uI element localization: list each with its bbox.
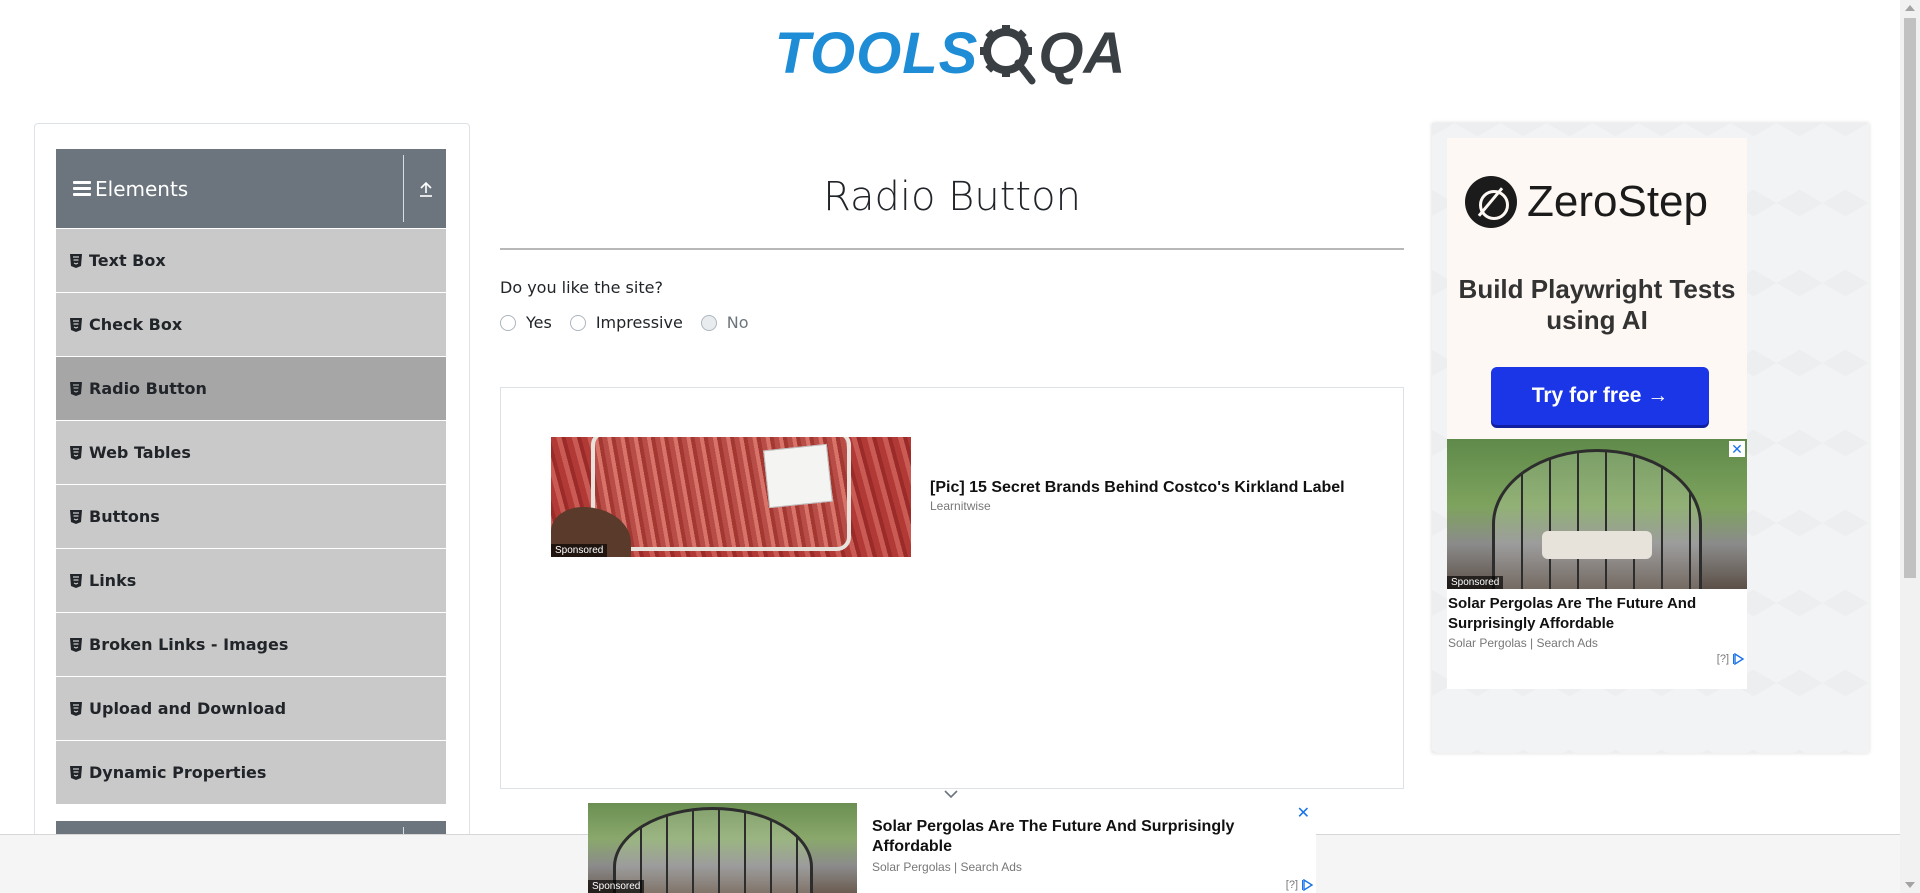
bottom-ad-source: Solar Pergolas | Search Ads	[872, 860, 1022, 874]
html5-icon	[70, 381, 82, 396]
bottom-sticky-ad[interactable]: Sponsored Solar Pergolas Are The Future …	[588, 803, 1316, 893]
gear-magnifier-icon	[980, 25, 1036, 85]
adchoices-help[interactable]: [?]	[1717, 653, 1729, 665]
adchoices[interactable]: [?]	[1717, 653, 1745, 665]
html5-icon	[70, 445, 82, 460]
adchoices-help[interactable]: [?]	[1286, 879, 1298, 891]
main-content: Radio Button Do you like the site? Yes I…	[500, 123, 1404, 789]
vertical-scrollbar[interactable]	[1900, 0, 1920, 893]
header-divider	[403, 155, 404, 222]
elements-menu: Text Box Check Box Radio Button Web Tabl…	[56, 229, 446, 805]
sidebar-item-links[interactable]: Links	[56, 549, 446, 613]
html5-icon	[70, 637, 82, 652]
html5-icon	[70, 573, 82, 588]
bottom-ad-title[interactable]: Solar Pergolas Are The Future And Surpri…	[872, 817, 1272, 857]
adchoices[interactable]: [?]	[1286, 879, 1314, 891]
toolsqa-logo[interactable]: TOOLS QA	[774, 16, 1126, 92]
sidebar-item-dynamic-properties[interactable]: Dynamic Properties	[56, 741, 446, 805]
scroll-down-arrow-icon[interactable]	[1905, 882, 1915, 888]
radio-label-no: No	[726, 313, 749, 332]
sidebar-item-label: Radio Button	[89, 379, 207, 398]
pergola-image[interactable]: Sponsored ✕	[1447, 439, 1747, 589]
content-ad-container: Sponsored [Pic] 15 Secret Brands Behind …	[500, 387, 1404, 789]
sponsored-badge: Sponsored	[551, 544, 608, 557]
radio-no: No	[700, 313, 749, 332]
sidebar-item-label: Web Tables	[89, 443, 191, 462]
sidebar-item-broken-links[interactable]: Broken Links - Images	[56, 613, 446, 677]
sidebar-item-buttons[interactable]: Buttons	[56, 485, 446, 549]
html5-icon	[70, 509, 82, 524]
zerostep-tagline: Build Playwright Tests using AI	[1458, 274, 1736, 335]
sidebar-item-radio-button[interactable]: Radio Button	[56, 357, 446, 421]
ad-headline-link[interactable]: [Pic] 15 Secret Brands Behind Costco's K…	[930, 479, 1345, 497]
sponsored-badge: Sponsored	[1447, 576, 1504, 589]
sidebar-item-label: Dynamic Properties	[89, 763, 267, 782]
radio-group: Yes Impressive No	[500, 313, 1404, 332]
logo-text-tools: TOOLS	[774, 21, 979, 86]
radio-label-impressive[interactable]: Impressive	[596, 313, 683, 332]
radio-circle-impressive[interactable]	[569, 314, 586, 331]
group-title: Elements	[95, 176, 189, 201]
sidebar-item-web-tables[interactable]: Web Tables	[56, 421, 446, 485]
html5-icon	[70, 701, 82, 716]
pergola-ad[interactable]: Sponsored ✕ Solar Pergolas Are The Futur…	[1447, 439, 1747, 689]
html5-icon	[70, 317, 82, 332]
sidebar-item-label: Broken Links - Images	[89, 635, 289, 654]
close-icon[interactable]: ✕	[1729, 441, 1745, 457]
elements-group-header[interactable]: Elements	[56, 149, 446, 228]
sponsored-badge: Sponsored	[588, 880, 645, 893]
radio-yes[interactable]: Yes	[500, 313, 552, 332]
scroll-up-arrow-icon[interactable]	[1905, 5, 1915, 11]
sidebar-item-label: Links	[89, 571, 137, 590]
sidebar-item-check-box[interactable]: Check Box	[56, 293, 446, 357]
logo-text-qa: QA	[1038, 21, 1126, 86]
sidebar-item-label: Upload and Download	[89, 699, 287, 718]
radio-impressive[interactable]: Impressive	[569, 313, 683, 332]
ad-image[interactable]: Sponsored	[551, 437, 911, 557]
ad-source: Learnitwise	[930, 499, 991, 513]
radio-label-yes[interactable]: Yes	[526, 313, 552, 332]
left-panel: Elements Text Box Check Box Radio Button…	[34, 123, 470, 893]
sidebar-item-upload-download[interactable]: Upload and Download	[56, 677, 446, 741]
header: TOOLS QA	[0, 0, 1900, 100]
zerostep-ad[interactable]: ZeroStep Build Playwright Tests using AI…	[1447, 138, 1747, 458]
pergola-ad-source: Solar Pergolas | Search Ads	[1448, 636, 1598, 650]
zerostep-logo: ZeroStep	[1465, 176, 1708, 228]
ad-image-label	[763, 443, 833, 509]
html5-icon	[70, 253, 82, 268]
sidebar-item-text-box[interactable]: Text Box	[56, 229, 446, 293]
scrollbar-thumb[interactable]	[1904, 18, 1916, 578]
sidebar-item-label: Text Box	[89, 251, 166, 270]
right-ad-panel: ZeroStep Build Playwright Tests using AI…	[1432, 123, 1869, 753]
zerostep-brand: ZeroStep	[1527, 177, 1708, 226]
chevron-down-icon[interactable]	[943, 789, 959, 799]
close-icon[interactable]: ✕	[1297, 803, 1310, 823]
pergola-sofa	[1542, 531, 1652, 559]
radio-circle-no	[700, 314, 717, 331]
adchoices-icon[interactable]	[1302, 879, 1314, 891]
title-divider	[500, 248, 1404, 250]
page-title: Radio Button	[823, 174, 1081, 220]
bottom-ad-image[interactable]: Sponsored	[588, 803, 857, 893]
pergola-ad-title[interactable]: Solar Pergolas Are The Future And Surpri…	[1448, 594, 1738, 634]
hamburger-icon	[73, 181, 91, 196]
radio-circle-yes[interactable]	[500, 314, 516, 331]
try-for-free-button[interactable]: Try for free →	[1491, 367, 1709, 425]
sidebar-item-label: Check Box	[89, 315, 183, 334]
question-text: Do you like the site?	[500, 278, 663, 297]
adchoices-icon[interactable]	[1733, 653, 1745, 665]
pergola-dome	[1492, 449, 1702, 589]
collapse-arrow-icon[interactable]	[416, 179, 436, 199]
html5-icon	[70, 765, 82, 780]
sidebar-item-label: Buttons	[89, 507, 160, 526]
zerostep-mark-icon	[1465, 176, 1517, 228]
